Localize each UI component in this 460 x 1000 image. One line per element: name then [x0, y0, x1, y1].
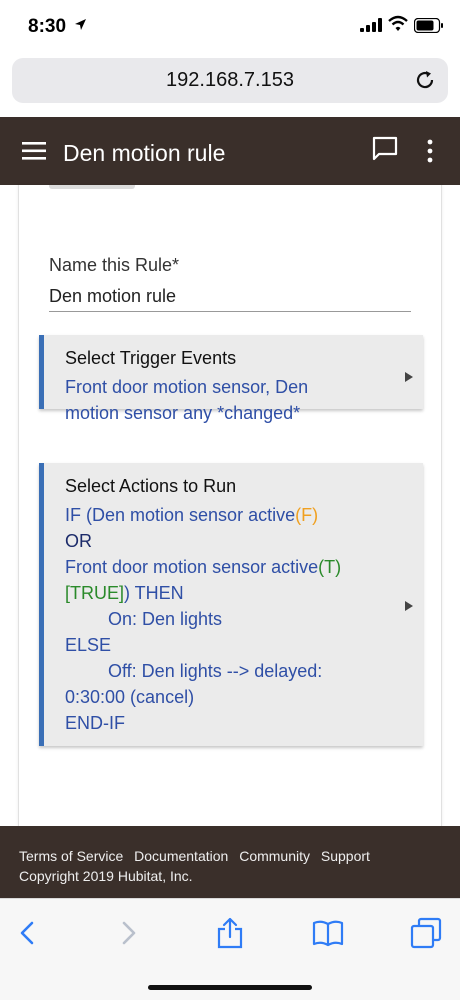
url-text[interactable]: 192.168.7.153 [12, 69, 448, 92]
true-flag: (T) [318, 557, 342, 577]
rule-name-label: Name this Rule* [49, 255, 180, 275]
actions-section-title: Select Actions to Run [65, 476, 237, 496]
copyright-text: Copyright 2019 Hubitat, Inc. [19, 868, 193, 884]
action-line-on: On: Den lights [108, 609, 223, 629]
address-bar[interactable]: 192.168.7.153 [12, 58, 448, 103]
if-condition-text: IF (Den motion sensor active [65, 505, 296, 525]
more-vertical-icon[interactable] [425, 139, 435, 163]
wifi-icon [388, 15, 408, 31]
result-flag: [TRUE] [65, 583, 125, 603]
back-icon[interactable] [12, 917, 44, 949]
battery-icon [414, 18, 443, 33]
action-line-else: ELSE [65, 635, 112, 655]
feedback-icon[interactable] [372, 136, 398, 162]
terms-link[interactable]: Terms of Service [19, 848, 123, 864]
trigger-line: Front door motion sensor, Den [65, 377, 309, 397]
location-arrow-icon [74, 18, 87, 34]
trigger-section-title: Select Trigger Events [65, 348, 237, 368]
action-line-then: [TRUE]) THEN [65, 580, 380, 606]
reload-icon[interactable] [414, 69, 436, 91]
rule-name-underline [49, 311, 411, 312]
select-actions-button[interactable]: Select Actions to Run IF (Den motion sen… [39, 463, 423, 746]
support-link[interactable]: Support [321, 848, 370, 864]
status-bar: 8:30 [0, 0, 460, 52]
false-flag: (F) [295, 505, 319, 525]
select-trigger-events-button[interactable]: Select Trigger Events Front door motion … [39, 335, 423, 423]
rule-form-card: Name this Rule* Den motion rule Select T… [18, 185, 442, 826]
bookmarks-icon[interactable] [312, 917, 344, 949]
forward-icon[interactable] [112, 917, 144, 949]
community-link[interactable]: Community [239, 848, 310, 864]
menu-icon[interactable] [22, 142, 46, 160]
action-line-delay: 0:30:00 (cancel) [65, 687, 195, 707]
home-indicator [148, 985, 312, 990]
actions-summary: IF (Den motion sensor active(F) OR Front… [65, 502, 380, 736]
action-line-if: IF (Den motion sensor active(F) [65, 502, 380, 528]
page-footer: Terms of Service Documentation Community… [0, 826, 460, 898]
footer-links: Terms of Service Documentation Community… [19, 848, 377, 864]
documentation-link[interactable]: Documentation [134, 848, 228, 864]
action-line-condition: Front door motion sensor active(T) [65, 554, 380, 580]
condition-text: Front door motion sensor active [65, 557, 319, 577]
page-title: Den motion rule [63, 140, 226, 166]
action-line-endif: END-IF [65, 713, 125, 733]
tabs-icon[interactable] [410, 917, 442, 949]
trigger-summary: Front door motion sensor, Den motion sen… [65, 374, 380, 426]
status-time: 8:30 [28, 16, 67, 37]
then-text: ) THEN [124, 583, 184, 603]
action-line-off: Off: Den lights --> delayed: [108, 661, 323, 681]
expand-arrow-icon [405, 372, 413, 382]
app-header: Den motion rule [0, 117, 460, 185]
rule-name-input[interactable]: Den motion rule [49, 286, 176, 307]
share-icon[interactable] [214, 917, 246, 949]
trigger-line: motion sensor any *changed* [65, 403, 301, 423]
partial-button[interactable] [49, 185, 135, 189]
cellular-signal-icon [360, 18, 382, 32]
expand-arrow-icon [405, 601, 413, 611]
action-line-or: OR [65, 531, 92, 551]
